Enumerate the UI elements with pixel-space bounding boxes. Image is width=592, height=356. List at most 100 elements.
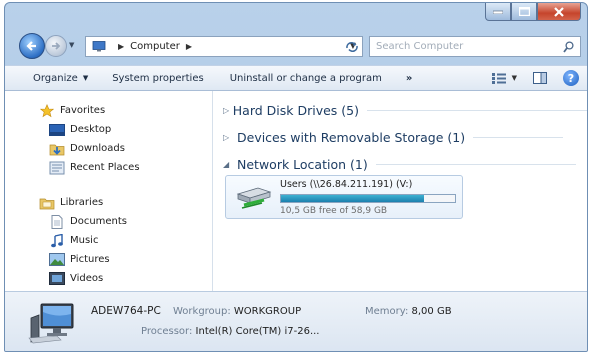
group-label: Network Location (1) bbox=[237, 157, 368, 172]
memory-value: 8,00 GB bbox=[411, 306, 452, 317]
memory-info: Memory: 8,00 GB bbox=[365, 306, 452, 317]
group-removable-storage[interactable]: ▷ Devices with Removable Storage (1) bbox=[223, 124, 587, 151]
organize-label: Organize bbox=[33, 72, 78, 84]
group-label: Hard Disk Drives (5) bbox=[232, 103, 359, 118]
system-properties-label: System properties bbox=[112, 72, 204, 84]
star-icon bbox=[39, 103, 55, 118]
search-icon[interactable] bbox=[563, 41, 574, 53]
network-drive-tile[interactable]: Users (\\26.84.211.191) (V:) 10,5 GB fre… bbox=[225, 175, 463, 219]
close-button[interactable] bbox=[537, 3, 581, 21]
breadcrumb-separator[interactable]: ▶ bbox=[186, 42, 192, 51]
group-divider bbox=[375, 164, 576, 165]
caption-buttons bbox=[485, 3, 581, 21]
explorer-window: ▼ ▶ Computer ▶ ▼ Organize ▼ System prope… bbox=[4, 2, 588, 352]
nav-label: Pictures bbox=[70, 254, 110, 265]
organize-button[interactable]: Organize ▼ bbox=[5, 66, 98, 90]
view-controls: ▼ ? bbox=[491, 70, 579, 86]
refresh-button[interactable] bbox=[341, 36, 363, 57]
group-divider bbox=[473, 137, 564, 138]
music-icon bbox=[49, 233, 65, 248]
drive-usage-fill bbox=[281, 195, 424, 202]
nav-label: Documents bbox=[70, 216, 128, 227]
group-label: Devices with Removable Storage (1) bbox=[237, 130, 466, 145]
maximize-icon bbox=[518, 7, 530, 16]
pictures-icon bbox=[49, 253, 65, 267]
nav-label: Favorites bbox=[60, 105, 106, 116]
nav-videos[interactable]: Videos bbox=[5, 269, 212, 288]
nav-label: Libraries bbox=[60, 197, 104, 208]
downloads-icon bbox=[49, 142, 65, 156]
desktop-icon bbox=[49, 123, 65, 137]
nav-libraries[interactable]: Libraries bbox=[5, 193, 212, 212]
breadcrumb-computer[interactable]: Computer bbox=[130, 41, 180, 52]
close-icon bbox=[554, 6, 564, 17]
address-bar[interactable]: ▶ Computer ▶ ▼ bbox=[85, 36, 363, 57]
search-input[interactable] bbox=[376, 41, 546, 52]
workgroup-info: Workgroup: WORKGROUP bbox=[173, 306, 301, 317]
uninstall-label: Uninstall or change a program bbox=[229, 72, 382, 84]
nav-label: Desktop bbox=[70, 124, 112, 135]
nav-label: Music bbox=[70, 235, 99, 246]
more-label: » bbox=[405, 72, 413, 84]
address-row: ▼ ▶ Computer ▶ ▼ bbox=[5, 29, 587, 63]
memory-label: Memory: bbox=[365, 306, 409, 317]
navigation-pane: Favorites Desktop Downloads Recent Place… bbox=[5, 91, 213, 291]
nav-pictures[interactable]: Pictures bbox=[5, 250, 212, 269]
uninstall-program-button[interactable]: Uninstall or change a program bbox=[214, 66, 392, 90]
nav-documents[interactable]: Documents bbox=[5, 212, 212, 231]
processor-info: Processor: Intel(R) Core(TM) i7-26... bbox=[141, 326, 320, 337]
processor-label: Processor: bbox=[141, 326, 193, 337]
help-icon[interactable]: ? bbox=[563, 70, 579, 86]
computer-name: ADEW764-PC bbox=[91, 305, 161, 317]
documents-icon bbox=[49, 214, 65, 229]
chevron-down-icon: ▼ bbox=[82, 74, 89, 82]
recent-pages-dropdown[interactable]: ▼ bbox=[69, 41, 74, 49]
expand-arrow-icon[interactable]: ▷ bbox=[223, 133, 237, 142]
group-hard-disk-drives[interactable]: ▷ Hard Disk Drives (5) bbox=[223, 97, 587, 124]
chevron-down-icon: ▼ bbox=[511, 74, 517, 82]
more-commands-button[interactable]: » bbox=[392, 66, 421, 90]
refresh-icon bbox=[346, 41, 358, 52]
forward-arrow-icon bbox=[52, 42, 61, 50]
search-box[interactable] bbox=[369, 36, 581, 57]
workgroup-label: Workgroup: bbox=[173, 306, 231, 317]
preview-pane-icon[interactable] bbox=[533, 72, 547, 84]
forward-button[interactable] bbox=[45, 35, 67, 57]
group-network-location[interactable]: ◢ Network Location (1) bbox=[223, 151, 587, 178]
content-area: Favorites Desktop Downloads Recent Place… bbox=[5, 91, 587, 291]
items-pane: ▷ Hard Disk Drives (5) ▷ Devices with Re… bbox=[213, 91, 587, 291]
details-pane: ADEW764-PC Workgroup: WORKGROUP Memory: … bbox=[5, 291, 587, 351]
libraries-icon bbox=[39, 196, 55, 210]
computer-large-icon bbox=[28, 303, 74, 344]
nav-label: Downloads bbox=[70, 143, 125, 154]
workgroup-value: WORKGROUP bbox=[233, 306, 302, 317]
nav-music[interactable]: Music bbox=[5, 231, 212, 250]
drive-name: Users (\\26.84.211.191) (V:) bbox=[280, 179, 413, 190]
drive-free-space: 10,5 GB free of 58,9 GB bbox=[280, 206, 388, 216]
drive-usage-bar bbox=[280, 194, 456, 203]
minimize-button[interactable] bbox=[485, 3, 511, 21]
recent-places-icon bbox=[49, 161, 65, 175]
nav-label: Recent Places bbox=[70, 162, 140, 173]
group-divider bbox=[367, 110, 587, 111]
system-properties-button[interactable]: System properties bbox=[98, 66, 214, 90]
nav-label: Videos bbox=[70, 273, 104, 284]
breadcrumb-separator[interactable]: ▶ bbox=[118, 42, 124, 51]
back-arrow-icon bbox=[26, 41, 36, 51]
videos-icon bbox=[49, 272, 65, 286]
nav-downloads[interactable]: Downloads bbox=[5, 139, 212, 158]
nav-favorites[interactable]: Favorites bbox=[5, 101, 212, 120]
processor-value: Intel(R) Core(TM) i7-26... bbox=[195, 326, 320, 337]
collapse-arrow-icon[interactable]: ◢ bbox=[223, 160, 237, 169]
view-options-icon bbox=[491, 72, 506, 84]
nav-recent-places[interactable]: Recent Places bbox=[5, 158, 212, 177]
change-view-button[interactable]: ▼ bbox=[491, 72, 517, 84]
network-drive-icon bbox=[236, 187, 272, 209]
computer-icon bbox=[92, 41, 106, 52]
nav-desktop[interactable]: Desktop bbox=[5, 120, 212, 139]
minimize-icon bbox=[493, 10, 503, 14]
expand-arrow-icon[interactable]: ▷ bbox=[223, 106, 233, 115]
maximize-button[interactable] bbox=[511, 3, 537, 21]
back-button[interactable] bbox=[19, 33, 45, 59]
command-bar: Organize ▼ System properties Uninstall o… bbox=[5, 65, 587, 91]
